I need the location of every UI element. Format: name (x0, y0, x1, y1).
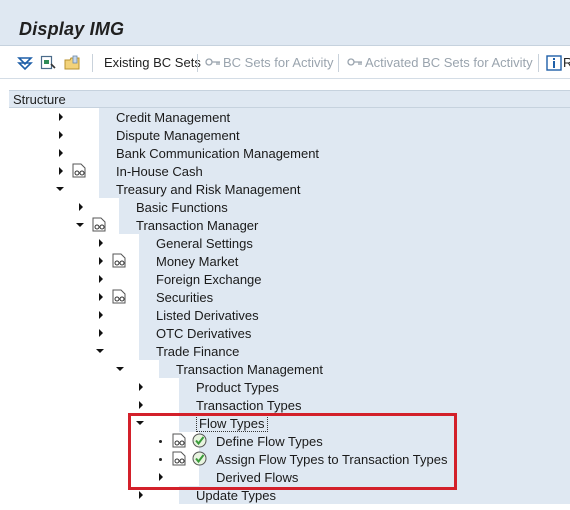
tree-node-product-types[interactable]: Product Types (9, 378, 570, 396)
tree-node-label: Dispute Management (116, 128, 240, 143)
expand-arrow-icon[interactable] (139, 383, 143, 391)
tree-node-label: Basic Functions (136, 200, 228, 215)
tree-node-money-market[interactable]: Money Market (9, 252, 570, 270)
tree-node-general-settings[interactable]: General Settings (9, 234, 570, 252)
tree-node-trade-finance[interactable]: Trade Finance (9, 342, 570, 360)
info-icon[interactable] (545, 54, 563, 72)
tree-node-dispute-management[interactable]: Dispute Management (9, 126, 570, 144)
tree-node-label: Treasury and Risk Management (116, 182, 301, 197)
tree-node-label: General Settings (156, 236, 253, 251)
expand-arrow-icon[interactable] (99, 311, 103, 319)
tree-node-label: Foreign Exchange (156, 272, 262, 287)
documentation-glasses-icon[interactable] (72, 163, 86, 178)
expand-arrow-icon[interactable] (59, 167, 63, 175)
expand-arrow-icon[interactable] (59, 113, 63, 121)
tree-node-credit-management[interactable]: Credit Management (9, 108, 570, 126)
title-bar: Display IMG (0, 0, 570, 46)
expand-all-icon[interactable] (16, 54, 34, 72)
release-notes-button[interactable]: R (563, 55, 570, 70)
expand-arrow-icon[interactable] (59, 131, 63, 139)
tree-node-label: Credit Management (116, 110, 231, 125)
structure-header: Structure (9, 90, 570, 108)
existing-bc-sets-button[interactable]: Existing BC Sets (104, 55, 201, 70)
tree-node-label: Bank Communication Management (116, 146, 320, 161)
tree-node-transaction-types[interactable]: Transaction Types (9, 396, 570, 414)
tree-node-label: Transaction Types (196, 398, 302, 413)
toolbar-separator (338, 54, 339, 72)
documentation-glasses-icon[interactable] (92, 217, 106, 232)
collapse-arrow-icon[interactable] (96, 349, 104, 353)
application-toolbar: Existing BC Sets BC Sets for Activity Ac… (0, 47, 570, 79)
tree-node-label: Update Types (196, 488, 276, 503)
highlight-annotation-box (128, 413, 457, 490)
tree-node-otc-derivatives[interactable]: OTC Derivatives (9, 324, 570, 342)
tree-node-treasury-and-risk-management[interactable]: Treasury and Risk Management (9, 180, 570, 198)
documentation-glasses-icon[interactable] (112, 289, 126, 304)
tree-node-label: Securities (156, 290, 214, 305)
tree-node-bank-communication-management[interactable]: Bank Communication Management (9, 144, 570, 162)
tree-node-transaction-management[interactable]: Transaction Management (9, 360, 570, 378)
page-title: Display IMG (19, 19, 125, 39)
expand-arrow-icon[interactable] (139, 491, 143, 499)
expand-arrow-icon[interactable] (79, 203, 83, 211)
key-icon (347, 58, 362, 66)
collapse-arrow-icon[interactable] (76, 223, 84, 227)
tree-node-in-house-cash[interactable]: In-House Cash (9, 162, 570, 180)
toolbar-separator (92, 54, 93, 72)
collapse-arrow-icon[interactable] (56, 187, 64, 191)
expand-arrow-icon[interactable] (99, 275, 103, 283)
expand-arrow-icon[interactable] (99, 239, 103, 247)
expand-arrow-icon[interactable] (99, 293, 103, 301)
find-in-tree-icon[interactable] (39, 54, 57, 72)
tree-node-label: Transaction Management (176, 362, 323, 377)
activated-bc-sets-button[interactable]: Activated BC Sets for Activity (347, 55, 533, 70)
documentation-glasses-icon[interactable] (112, 253, 126, 268)
tree-node-listed-derivatives[interactable]: Listed Derivatives (9, 306, 570, 324)
tree-node-label: Trade Finance (156, 344, 240, 359)
collapse-arrow-icon[interactable] (116, 367, 124, 371)
toolbar-separator (197, 54, 198, 72)
activated-bc-sets-label: Activated BC Sets for Activity (365, 55, 533, 70)
bc-sets-for-activity-button[interactable]: BC Sets for Activity (205, 55, 334, 70)
tree-node-label: Money Market (156, 254, 239, 269)
bc-sets-for-activity-label: BC Sets for Activity (223, 55, 334, 70)
key-icon (205, 58, 220, 66)
tree-node-transaction-manager[interactable]: Transaction Manager (9, 216, 570, 234)
tree-node-basic-functions[interactable]: Basic Functions (9, 198, 570, 216)
expand-arrow-icon[interactable] (139, 401, 143, 409)
tree-node-label: Listed Derivatives (156, 308, 259, 323)
toolbar-separator (538, 54, 539, 72)
tree-node-label: Product Types (196, 380, 279, 395)
tree-node-label: OTC Derivatives (156, 326, 252, 341)
tree-node-securities[interactable]: Securities (9, 288, 570, 306)
bookmark-folder-icon[interactable] (63, 54, 81, 72)
tree-node-label: Transaction Manager (136, 218, 259, 233)
tree-node-label: In-House Cash (116, 164, 203, 179)
expand-arrow-icon[interactable] (99, 257, 103, 265)
expand-arrow-icon[interactable] (99, 329, 103, 337)
expand-arrow-icon[interactable] (59, 149, 63, 157)
tree-node-foreign-exchange[interactable]: Foreign Exchange (9, 270, 570, 288)
